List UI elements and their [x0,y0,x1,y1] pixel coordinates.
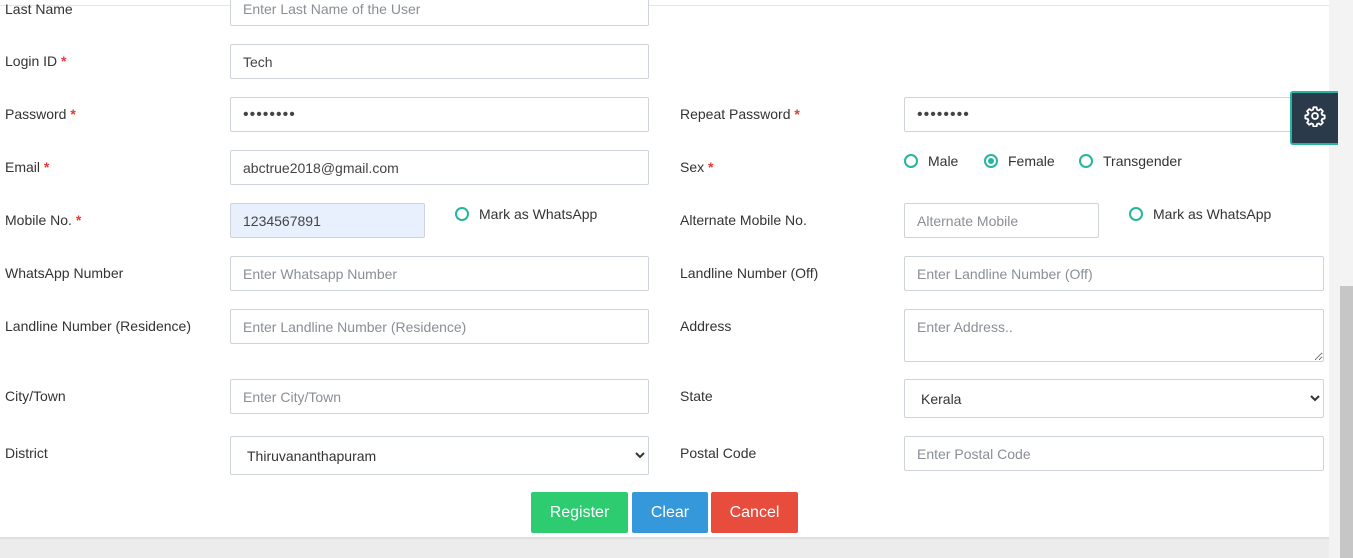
city-label: City/Town [5,388,66,404]
alt-mobile-mark-whatsapp-label: Mark as WhatsApp [1153,206,1272,222]
radio-transgender[interactable] [1079,154,1093,168]
sex-label: Sex * [680,159,714,175]
mobile-mark-whatsapp-label: Mark as WhatsApp [479,206,598,222]
postal-input[interactable] [904,436,1324,471]
sex-option-male[interactable]: Male [904,153,958,169]
repeat-password-label: Repeat Password * [680,106,800,122]
district-label: District [5,445,48,461]
state-label: State [680,388,713,404]
postal-label: Postal Code [680,445,757,461]
radio-female[interactable] [984,154,998,168]
whatsapp-label: WhatsApp Number [5,265,124,281]
landline-off-input[interactable] [904,256,1324,291]
top-divider [0,5,1329,6]
clear-button[interactable]: Clear [632,492,708,533]
sex-option-transgender[interactable]: Transgender [1079,153,1182,169]
register-button[interactable]: Register [531,492,628,533]
radio-mobile-whatsapp[interactable] [455,207,469,221]
registration-form-card: Last Name Login ID * Password * Repeat P… [0,0,1329,538]
sex-option-transgender-label: Transgender [1103,153,1182,169]
repeat-password-input[interactable] [904,97,1324,132]
sex-option-female-label: Female [1008,153,1055,169]
settings-panel-toggle[interactable] [1290,91,1338,145]
login-id-input[interactable] [230,44,649,79]
state-select[interactable]: Kerala [904,379,1324,418]
sex-option-male-label: Male [928,153,959,169]
whatsapp-input[interactable] [230,256,649,291]
mobile-mark-whatsapp[interactable]: Mark as WhatsApp [455,206,597,222]
email-label: Email * [5,159,50,175]
mobile-label: Mobile No. * [5,212,82,228]
password-label: Password * [5,106,76,122]
alt-mobile-label: Alternate Mobile No. [680,212,807,228]
last-name-label: Last Name [5,1,73,17]
landline-res-label: Landline Number (Residence) [5,318,191,334]
radio-alt-mobile-whatsapp[interactable] [1129,207,1143,221]
last-name-input[interactable] [230,0,649,26]
cancel-button[interactable]: Cancel [711,492,798,533]
alt-mobile-mark-whatsapp[interactable]: Mark as WhatsApp [1129,206,1271,222]
landline-res-input[interactable] [230,309,649,344]
district-select[interactable]: Thiruvananthapuram [230,436,649,475]
page-scrollbar-thumb[interactable] [1340,286,1353,558]
mobile-input[interactable] [230,203,425,238]
password-input[interactable] [230,97,649,132]
radio-male[interactable] [904,154,918,168]
alt-mobile-input[interactable] [904,203,1099,238]
login-id-label: Login ID * [5,53,67,69]
sex-option-female[interactable]: Female [984,153,1055,169]
gear-icon [1304,105,1326,132]
address-label: Address [680,318,732,334]
email-input[interactable] [230,150,649,185]
landline-off-label: Landline Number (Off) [680,265,819,281]
city-input[interactable] [230,379,649,414]
address-textarea[interactable] [904,309,1324,362]
